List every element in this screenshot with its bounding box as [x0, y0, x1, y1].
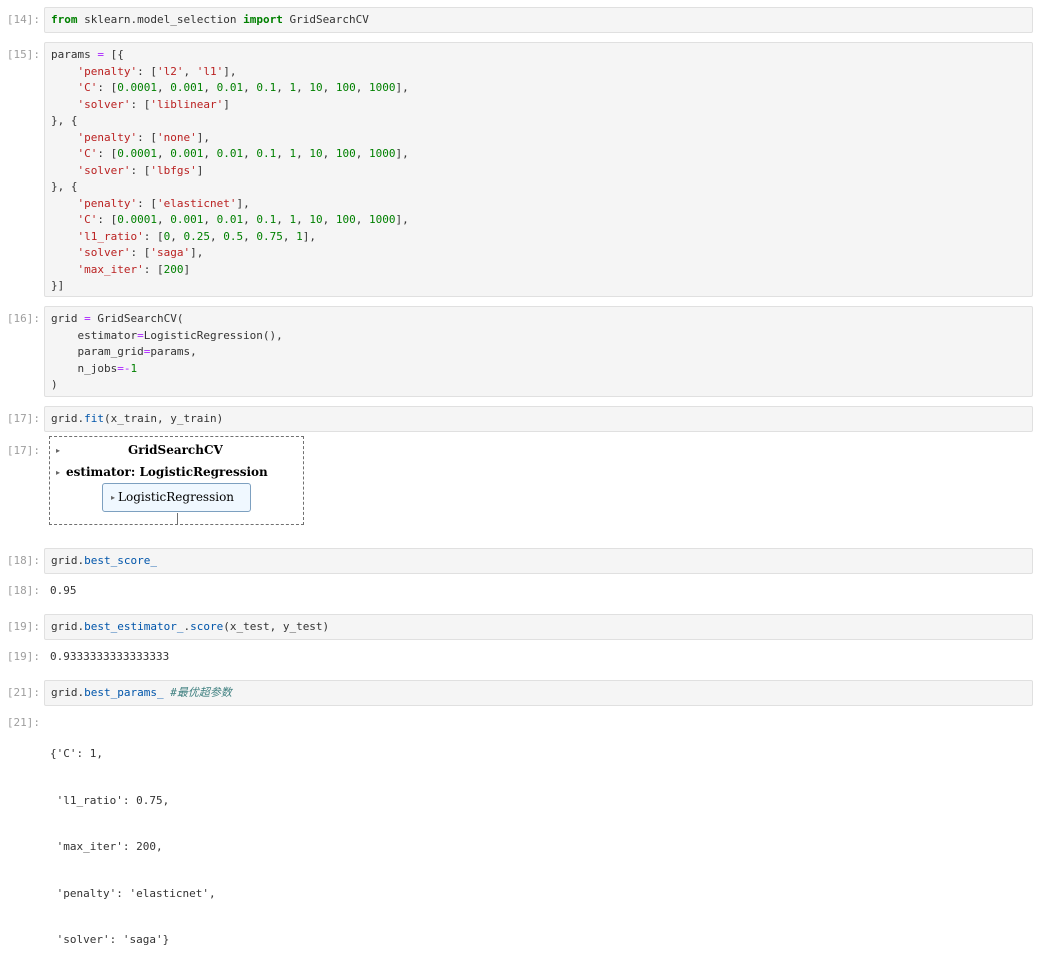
code-text: grid.fit(x_train, y_train)	[51, 412, 224, 425]
cell-prompt: [14]:	[6, 13, 40, 26]
output-line: {'C': 1,	[50, 747, 103, 760]
connector-line	[177, 513, 178, 525]
cell-prompt: [21]:	[6, 686, 40, 699]
code-input[interactable]: grid.best_params_ #最优超参数	[44, 680, 1033, 706]
output-line: 'l1_ratio': 0.75,	[50, 793, 170, 807]
output-prompt: [19]:	[6, 650, 40, 663]
cell-prompt: [18]:	[6, 554, 40, 567]
code-input[interactable]: grid.fit(x_train, y_train)	[44, 406, 1033, 432]
output-line: 'max_iter': 200,	[50, 840, 163, 853]
estimator-toggle[interactable]: ▸ estimator: LogisticRegression	[56, 465, 268, 479]
gridsearch-toggle[interactable]: ▸ GridSearchCV	[56, 443, 223, 457]
code-text: params = [{ 'penalty': ['l2', 'l1'], 'C'…	[51, 48, 409, 292]
expand-triangle-icon: ▸	[111, 493, 116, 502]
cell-prompt: [15]:	[6, 48, 40, 61]
output-prompt: [17]:	[6, 444, 40, 457]
gridsearch-title: GridSearchCV	[128, 443, 223, 457]
cell-prompt: [16]:	[6, 312, 40, 325]
expand-triangle-icon: ▸	[56, 468, 61, 477]
output-line: 'penalty': 'elasticnet',	[50, 886, 216, 900]
estimator-diagram: ▸ GridSearchCV ▸ estimator: LogisticRegres…	[49, 436, 304, 525]
expand-triangle-icon: ▸	[56, 446, 61, 455]
code-text: grid.best_estimator_.score(x_test, y_tes…	[51, 620, 330, 633]
output-text: 0.95	[50, 584, 77, 597]
cell-prompt: [19]:	[6, 620, 40, 633]
output-prompt: [18]:	[6, 584, 40, 597]
estimator-label: estimator: LogisticRegression	[66, 465, 268, 479]
output-text: 0.9333333333333333	[50, 650, 170, 663]
logistic-regression-label: LogisticRegression	[118, 490, 235, 504]
code-input[interactable]: grid = GridSearchCV( estimator=LogisticR…	[44, 306, 1033, 397]
code-input[interactable]: grid.best_score_	[44, 548, 1033, 574]
output-prompt: [21]:	[6, 716, 40, 729]
code-input[interactable]: from sklearn.model_selection import Grid…	[44, 7, 1033, 33]
code-text: grid.best_params_ #最优超参数	[51, 686, 232, 699]
best-params-output: {'C': 1, 'l1_ratio': 0.75, 'max_iter': 2…	[50, 715, 216, 963]
output-line: 'solver': 'saga'}	[50, 933, 170, 946]
cell-prompt: [17]:	[6, 412, 40, 425]
logistic-regression-toggle[interactable]: ▸ LogisticRegression	[102, 483, 251, 512]
code-input[interactable]: grid.best_estimator_.score(x_test, y_tes…	[44, 614, 1033, 640]
code-input[interactable]: params = [{ 'penalty': ['l2', 'l1'], 'C'…	[44, 42, 1033, 297]
code-text: grid.best_score_	[51, 554, 157, 567]
code-text: grid = GridSearchCV( estimator=LogisticR…	[51, 312, 283, 391]
code-text: from sklearn.model_selection import Grid…	[51, 13, 369, 26]
